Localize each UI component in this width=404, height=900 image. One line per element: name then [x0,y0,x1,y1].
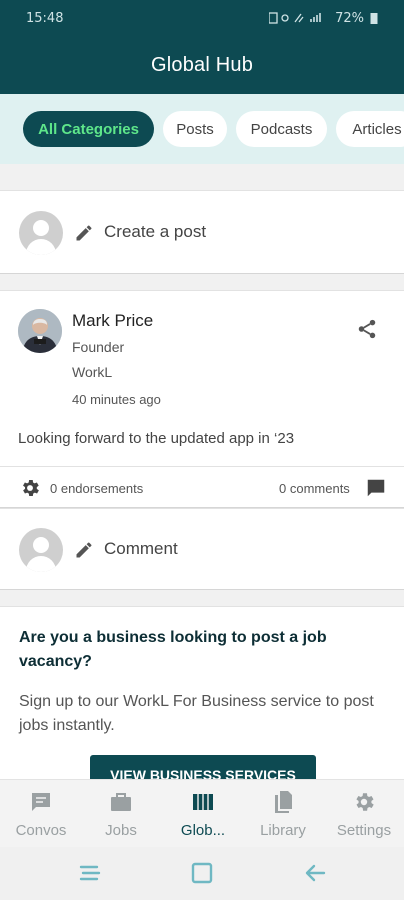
library-icon [275,791,292,813]
chip-articles[interactable]: Articles [336,111,404,147]
author-company: WorkL [72,364,113,380]
create-post-card[interactable]: Create a post [0,190,404,274]
chat-icon [32,793,50,811]
nav-convos[interactable]: Convos [1,780,81,848]
comment-input[interactable]: Comment [104,539,178,559]
signal-icons [269,12,321,24]
user-avatar [19,211,63,255]
post-timestamp: 40 minutes ago [72,392,161,407]
battery-icon [370,13,378,24]
system-navigation-bar [0,847,404,900]
promo-text: Sign up to our WorkL For Business servic… [19,693,374,734]
comment-count[interactable]: 0 comments [279,481,350,496]
category-chip-bar[interactable]: All Categories Posts Podcasts Articles [0,94,404,164]
home-icon[interactable] [190,861,214,885]
status-time: 15:48 [26,10,64,26]
author-avatar[interactable] [18,309,62,353]
post-body: Looking forward to the updated app in ‘2… [18,430,295,447]
business-promo-card: Are you a business looking to post a job… [0,606,404,795]
page-title: Global Hub [150,53,254,76]
create-post-label[interactable]: Create a post [104,222,206,242]
author-name[interactable]: Mark Price [72,311,153,331]
promo-heading: Are you a business looking to post a job… [19,629,327,670]
commenter-avatar [19,528,63,572]
nav-global-hub[interactable]: Glob... [163,780,243,848]
status-bar: 15:48 72% [0,0,404,36]
gear-icon [356,793,374,811]
author-role: Founder [72,339,125,355]
recent-apps-icon[interactable] [78,862,102,884]
back-icon[interactable] [303,861,327,885]
divider [0,466,404,467]
post-card: Mark Price Founder WorkL 40 minutes ago … [0,290,404,508]
globe-hub-icon [193,794,213,810]
endorse-gear-icon[interactable] [19,477,41,499]
status-icons: 72% [269,11,378,26]
app-header: Global Hub [0,36,404,94]
pencil-icon [76,542,92,558]
bottom-navigation: Convos Jobs Glob... Library Settings [0,779,404,847]
briefcase-icon [111,793,131,811]
share-icon[interactable] [356,318,378,340]
endorsement-count[interactable]: 0 endorsements [50,481,143,496]
chip-podcasts[interactable]: Podcasts [236,111,327,147]
nav-settings[interactable]: Settings [324,780,404,848]
comment-card[interactable]: Comment [0,508,404,590]
battery-percent: 72% [335,10,364,26]
nav-jobs[interactable]: Jobs [81,780,161,848]
chip-all-categories[interactable]: All Categories [23,111,154,147]
pencil-icon [76,225,92,241]
chip-posts[interactable]: Posts [163,111,227,147]
nav-library[interactable]: Library [243,780,323,848]
comment-icon[interactable] [365,477,387,499]
